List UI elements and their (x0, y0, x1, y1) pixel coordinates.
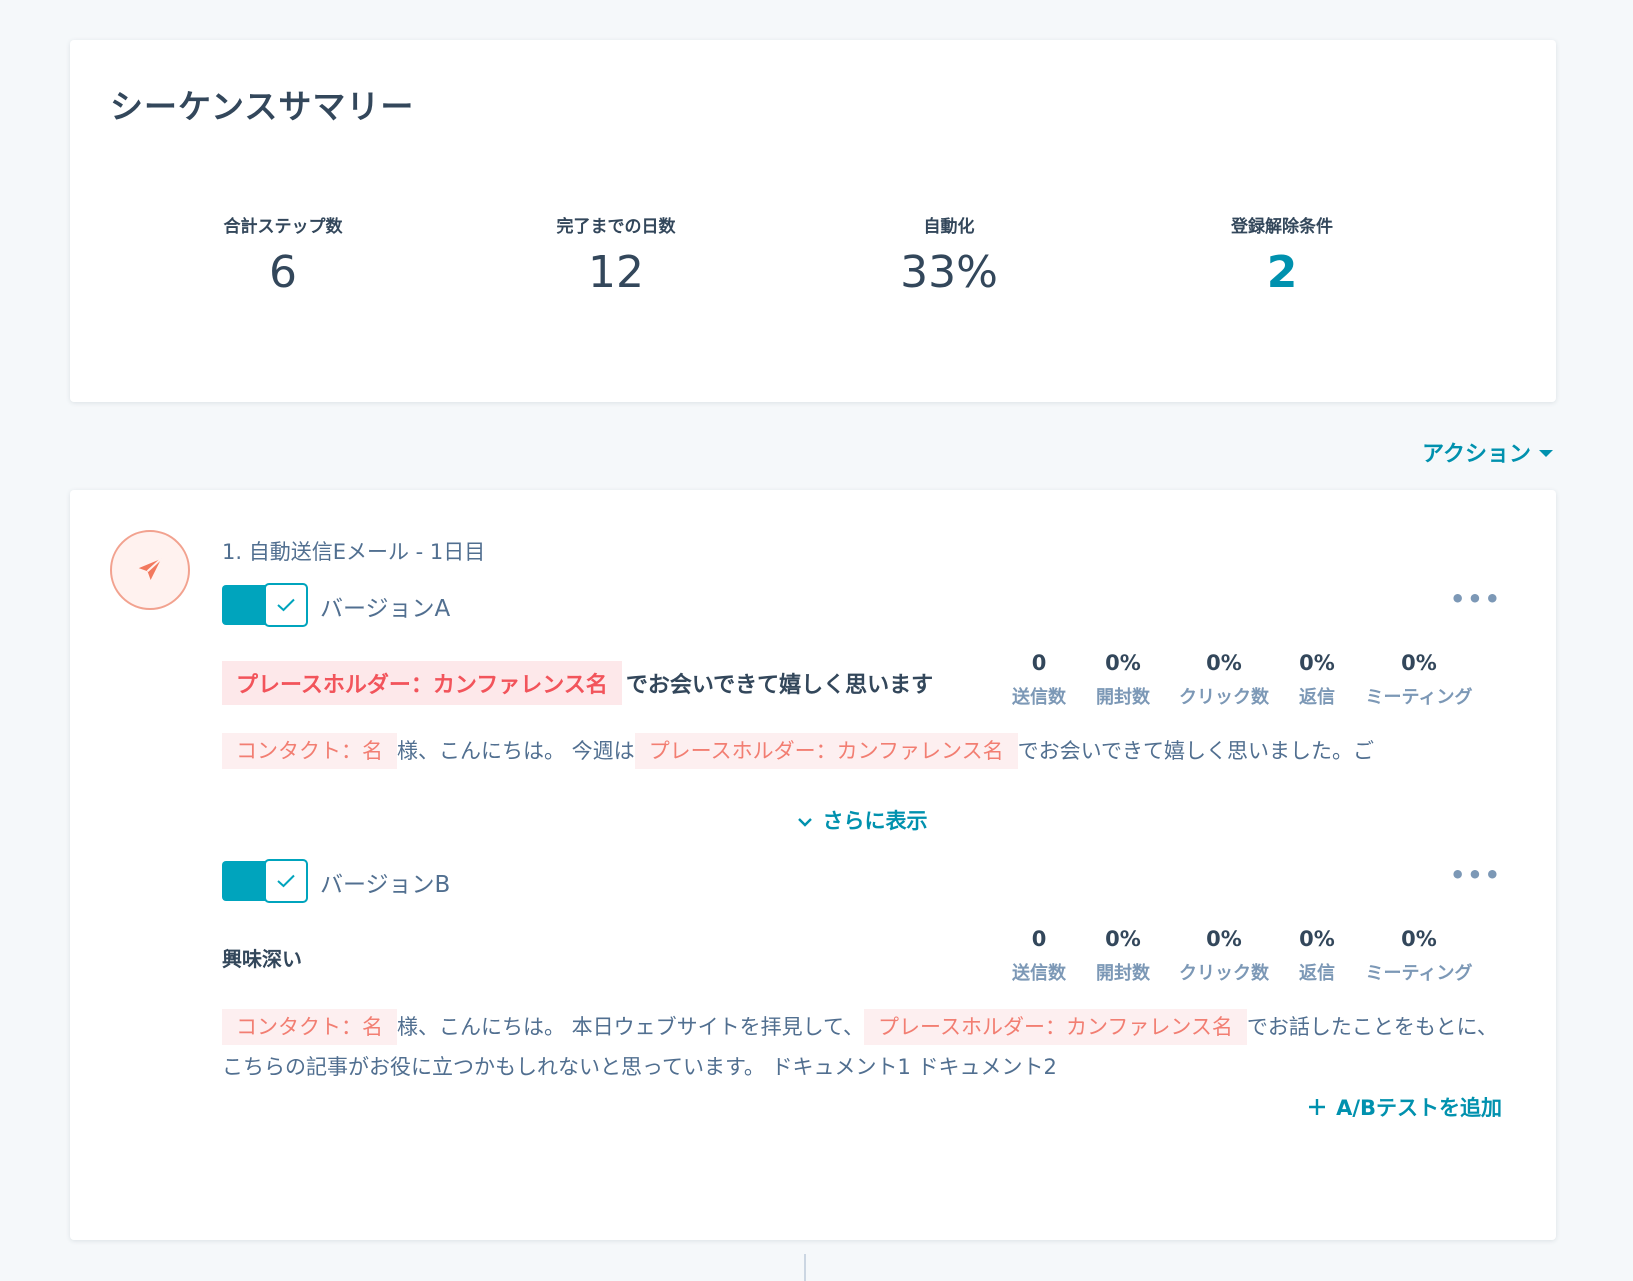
show-more-label: さらに表示 (822, 809, 928, 833)
version-name: バージョンB (320, 872, 451, 898)
placeholder-token: プレースホルダー：カンファレンス名 (634, 733, 1018, 769)
metric-opened: 0% 開封数 (1081, 651, 1165, 709)
stat-label: 完了までの日数 (556, 217, 676, 237)
subject-text: でお会いできて嬉しく思います (625, 673, 934, 698)
placeholder-token: プレースホルダー：カンファレンス名 (864, 1009, 1247, 1045)
actions-label: アクション (1422, 442, 1531, 467)
add-ab-test-button[interactable]: A/Bテストを追加 (1308, 1092, 1502, 1122)
summary-title: シーケンスサマリー (110, 87, 415, 126)
show-more-link[interactable]: さらに表示 (222, 805, 1502, 835)
version-a: バージョンA ••• プレースホルダー：カンファレンス名 でお会いできて嬉しく思… (222, 583, 1502, 833)
metric-value: 0% (1206, 927, 1242, 951)
step-title: 1. 自動送信Eメール - 1日目 (222, 540, 486, 564)
stat-label: 自動化 (923, 217, 975, 237)
stat-days-to-complete: 完了までの日数 12 (486, 212, 746, 298)
metric-clicks: 0% クリック数 (1165, 927, 1283, 985)
metric-value: 0% (1105, 651, 1141, 675)
version-a-toggle[interactable] (222, 583, 310, 627)
email-subject: 興味深い (222, 943, 302, 972)
stat-value: 6 (269, 247, 297, 298)
stat-label: 登録解除条件 (1231, 217, 1333, 237)
paper-plane-icon (110, 530, 190, 610)
check-icon (264, 583, 308, 627)
metric-value: 0% (1206, 651, 1242, 675)
metric-label: クリック数 (1179, 963, 1269, 984)
check-icon (264, 859, 308, 903)
metric-meetings: 0% ミーティング (1351, 927, 1487, 985)
version-b: バージョンB ••• 興味深い 0 送信数 0% 開封数 0% クリック数 0%… (222, 859, 1502, 1122)
email-metrics: 0 送信数 0% 開封数 0% クリック数 0% 返信 0% ミーティング (997, 651, 1487, 709)
caret-down-icon (1539, 450, 1553, 457)
metric-meetings: 0% ミーティング (1351, 651, 1487, 709)
chevron-down-icon (797, 818, 812, 827)
metric-label: 送信数 (1012, 963, 1066, 984)
body-text: 様、こんにちは。 今週は (397, 739, 635, 763)
more-options-icon[interactable]: ••• (1450, 585, 1502, 613)
metric-value: 0% (1299, 927, 1335, 951)
contact-token: コンタクト：名 (222, 733, 397, 769)
add-ab-label: A/Bテストを追加 (1336, 1096, 1502, 1120)
version-name: バージョンA (320, 596, 451, 622)
metric-value: 0% (1401, 927, 1437, 951)
body-text: でお会いできて嬉しく思いました。ご (1017, 739, 1374, 763)
placeholder-token: プレースホルダー：カンファレンス名 (222, 661, 622, 705)
stat-value: 33% (900, 247, 998, 298)
stat-unenroll-criteria: 登録解除条件 2 (1152, 212, 1412, 298)
email-subject: プレースホルダー：カンファレンス名 でお会いできて嬉しく思います (222, 661, 933, 705)
metric-value: 0 (1031, 651, 1047, 675)
metric-label: ミーティング (1365, 687, 1473, 708)
version-b-toggle[interactable] (222, 859, 310, 903)
metric-label: 返信 (1299, 687, 1335, 708)
metric-replies: 0% 返信 (1283, 927, 1351, 985)
sequence-summary-card: シーケンスサマリー 合計ステップ数 6 完了までの日数 12 自動化 33% 登… (70, 40, 1556, 402)
email-metrics: 0 送信数 0% 開封数 0% クリック数 0% 返信 0% ミーティング (997, 927, 1487, 985)
stat-value: 12 (588, 247, 644, 298)
metric-label: 開封数 (1096, 687, 1150, 708)
step-card: 1. 自動送信Eメール - 1日目 バージョンA ••• プレースホルダー：カン… (70, 490, 1556, 1240)
stat-label: 合計ステップ数 (223, 217, 343, 237)
metric-label: クリック数 (1179, 687, 1269, 708)
more-options-icon[interactable]: ••• (1450, 861, 1502, 889)
subject-text: 興味深い (222, 947, 302, 971)
body-text: 様、こんにちは。 本日ウェブサイトを拝見して、 (397, 1015, 864, 1039)
metric-clicks: 0% クリック数 (1165, 651, 1283, 709)
email-body-preview: コンタクト：名 様、こんにちは。 今週は プレースホルダー：カンファレンス名 でお会い… (222, 731, 1502, 771)
metric-sent: 0 送信数 (997, 651, 1081, 709)
metric-label: ミーティング (1365, 963, 1473, 984)
metric-value: 0 (1031, 927, 1047, 951)
metric-opened: 0% 開封数 (1081, 927, 1165, 985)
plus-icon (1309, 1099, 1326, 1115)
metric-value: 0% (1299, 651, 1335, 675)
metric-replies: 0% 返信 (1283, 651, 1351, 709)
metric-value: 0% (1105, 927, 1141, 951)
metric-label: 返信 (1299, 963, 1335, 984)
metric-value: 0% (1401, 651, 1437, 675)
actions-dropdown[interactable]: アクション (1422, 436, 1553, 468)
stat-total-steps: 合計ステップ数 6 (153, 212, 413, 298)
email-body-preview: コンタクト：名 様、こんにちは。 本日ウェブサイトを拝見して、 プレースホルダー：カ… (222, 1007, 1502, 1087)
metric-label: 開封数 (1096, 963, 1150, 984)
stat-automation: 自動化 33% (819, 212, 1079, 298)
contact-token: コンタクト：名 (222, 1009, 397, 1045)
metric-sent: 0 送信数 (997, 927, 1081, 985)
step-connector-line (804, 1254, 806, 1281)
stat-value-link[interactable]: 2 (1152, 247, 1412, 298)
metric-label: 送信数 (1012, 687, 1066, 708)
